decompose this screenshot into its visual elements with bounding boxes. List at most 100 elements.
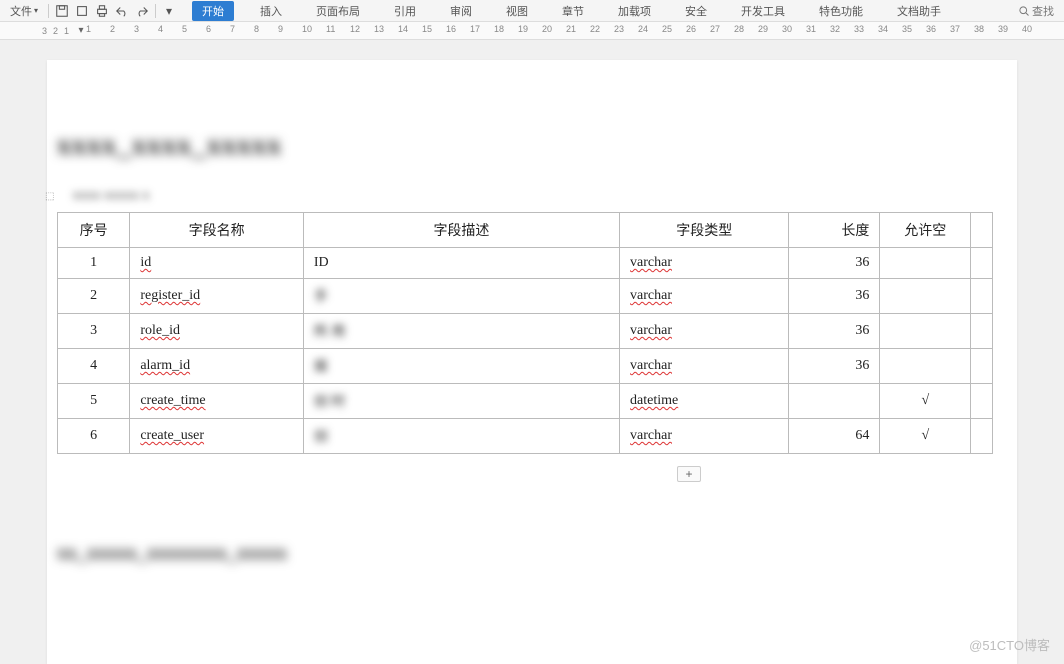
- tab-special[interactable]: 特色功能: [811, 1, 871, 21]
- ruler-tick: 11: [326, 24, 335, 34]
- print-preview-icon[interactable]: [73, 2, 91, 20]
- ruler-tick: 19: [518, 24, 528, 34]
- ruler-tick: 16: [446, 24, 456, 34]
- ruler-tick: 8: [254, 24, 259, 34]
- tab-insert[interactable]: 插入: [252, 1, 290, 21]
- cell-null[interactable]: [880, 314, 971, 349]
- cell-type[interactable]: varchar: [620, 349, 789, 384]
- schema-table[interactable]: 序号 字段名称 字段描述 字段类型 长度 允许空 1idIDvarchar362…: [57, 212, 993, 454]
- tab-addins[interactable]: 加载项: [610, 1, 659, 21]
- separator: [48, 4, 49, 18]
- doc-subtitle[interactable]: xxxx xxxxx x: [72, 188, 149, 204]
- tab-sections[interactable]: 章节: [554, 1, 592, 21]
- th-len: 长度: [789, 213, 880, 248]
- add-row-button[interactable]: +: [677, 466, 701, 482]
- ruler-tick: 31: [806, 24, 816, 34]
- cell-type[interactable]: varchar: [620, 279, 789, 314]
- cell-type[interactable]: varchar: [620, 419, 789, 454]
- ruler-tick: 34: [878, 24, 888, 34]
- table-row[interactable]: 1idIDvarchar36: [58, 248, 993, 279]
- tab-developer[interactable]: 开发工具: [733, 1, 793, 21]
- ruler-tick: 20: [542, 24, 552, 34]
- cell-null[interactable]: [880, 248, 971, 279]
- ruler-tick: 28: [734, 24, 744, 34]
- cell-null[interactable]: [880, 349, 971, 384]
- search-box[interactable]: 查找: [1018, 3, 1054, 19]
- cell-len[interactable]: [789, 384, 880, 419]
- cell-extra[interactable]: [971, 314, 993, 349]
- cell-seq[interactable]: 2: [58, 279, 130, 314]
- ruler-tick: 5: [182, 24, 187, 34]
- table-row[interactable]: 4alarm_id报varchar36: [58, 349, 993, 384]
- cell-extra[interactable]: [971, 248, 993, 279]
- menu-file[interactable]: 文件: [4, 3, 44, 19]
- save-icon[interactable]: [53, 2, 71, 20]
- cell-extra[interactable]: [971, 419, 993, 454]
- tab-page-layout[interactable]: 页面布局: [308, 1, 368, 21]
- cell-len[interactable]: 36: [789, 349, 880, 384]
- cell-seq[interactable]: 1: [58, 248, 130, 279]
- ruler-tick: 27: [710, 24, 720, 34]
- cell-name[interactable]: role_id: [130, 314, 304, 349]
- anchor-mark-icon: ⬚: [45, 191, 54, 202]
- ruler-tick: 26: [686, 24, 696, 34]
- cell-seq[interactable]: 4: [58, 349, 130, 384]
- table-row[interactable]: 6create_user创varchar64√: [58, 419, 993, 454]
- document-area: xxxx_xxxx_xxxxx ⬚ xxxx xxxxx x 序号 字段名称 字…: [0, 40, 1064, 664]
- cell-desc[interactable]: 报: [303, 349, 619, 384]
- cell-name[interactable]: create_time: [130, 384, 304, 419]
- cell-len[interactable]: 36: [789, 314, 880, 349]
- cell-len[interactable]: 36: [789, 279, 880, 314]
- page[interactable]: xxxx_xxxx_xxxxx ⬚ xxxx xxxxx x 序号 字段名称 字…: [47, 60, 1017, 664]
- tab-view[interactable]: 视图: [498, 1, 536, 21]
- cell-null[interactable]: √: [880, 384, 971, 419]
- cell-desc[interactable]: 所 用: [303, 314, 619, 349]
- cell-seq[interactable]: 5: [58, 384, 130, 419]
- undo-icon[interactable]: [113, 2, 131, 20]
- ruler-tick: 24: [638, 24, 648, 34]
- cell-seq[interactable]: 6: [58, 419, 130, 454]
- ruler[interactable]: 3 2 1 ▾ 12345678910111213141516171819202…: [0, 22, 1064, 40]
- cell-desc[interactable]: 创: [303, 419, 619, 454]
- cell-name[interactable]: register_id: [130, 279, 304, 314]
- table-row[interactable]: 3role_id所 用varchar36: [58, 314, 993, 349]
- ruler-tick: 14: [398, 24, 408, 34]
- cell-null[interactable]: [880, 279, 971, 314]
- cell-desc[interactable]: ID: [303, 248, 619, 279]
- ruler-anchor-icon[interactable]: ▾: [76, 22, 86, 39]
- cell-len[interactable]: 36: [789, 248, 880, 279]
- table-row[interactable]: 2register_id手varchar36: [58, 279, 993, 314]
- cell-type[interactable]: datetime: [620, 384, 789, 419]
- tab-references[interactable]: 引用: [386, 1, 424, 21]
- cell-extra[interactable]: [971, 349, 993, 384]
- doc-title[interactable]: xxxx_xxxx_xxxxx: [57, 130, 1007, 162]
- tab-doc-assistant[interactable]: 文档助手: [889, 1, 949, 21]
- tab-home[interactable]: 开始: [192, 1, 234, 21]
- tab-security[interactable]: 安全: [677, 1, 715, 21]
- search-label: 查找: [1032, 3, 1054, 19]
- cell-name[interactable]: create_user: [130, 419, 304, 454]
- ruler-tick: 33: [854, 24, 864, 34]
- tab-review[interactable]: 审阅: [442, 1, 480, 21]
- cell-len[interactable]: 64: [789, 419, 880, 454]
- cell-null[interactable]: √: [880, 419, 971, 454]
- ruler-tick: 22: [590, 24, 600, 34]
- cell-desc[interactable]: 手: [303, 279, 619, 314]
- menubar: 文件 ▾ 开始 插入 页面布局 引用 审阅 视图 章节 加载项 安全 开发工具 …: [0, 0, 1064, 22]
- print-icon[interactable]: [93, 2, 111, 20]
- ruler-tick: 30: [782, 24, 792, 34]
- cell-extra[interactable]: [971, 384, 993, 419]
- ruler-tick: 36: [926, 24, 936, 34]
- next-heading[interactable]: xx_xxxxx_xxxxxxxx_xxxxx: [57, 542, 1007, 565]
- cell-seq[interactable]: 3: [58, 314, 130, 349]
- redo-icon[interactable]: [133, 2, 151, 20]
- cell-type[interactable]: varchar: [620, 248, 789, 279]
- cell-type[interactable]: varchar: [620, 314, 789, 349]
- table-row[interactable]: 5create_time创 时datetime √: [58, 384, 993, 419]
- dropdown-icon[interactable]: ▾: [160, 2, 178, 20]
- cell-name[interactable]: alarm_id: [130, 349, 304, 384]
- cell-extra[interactable]: [971, 279, 993, 314]
- cell-desc[interactable]: 创 时: [303, 384, 619, 419]
- ruler-tick: 32: [830, 24, 840, 34]
- cell-name[interactable]: id: [130, 248, 304, 279]
